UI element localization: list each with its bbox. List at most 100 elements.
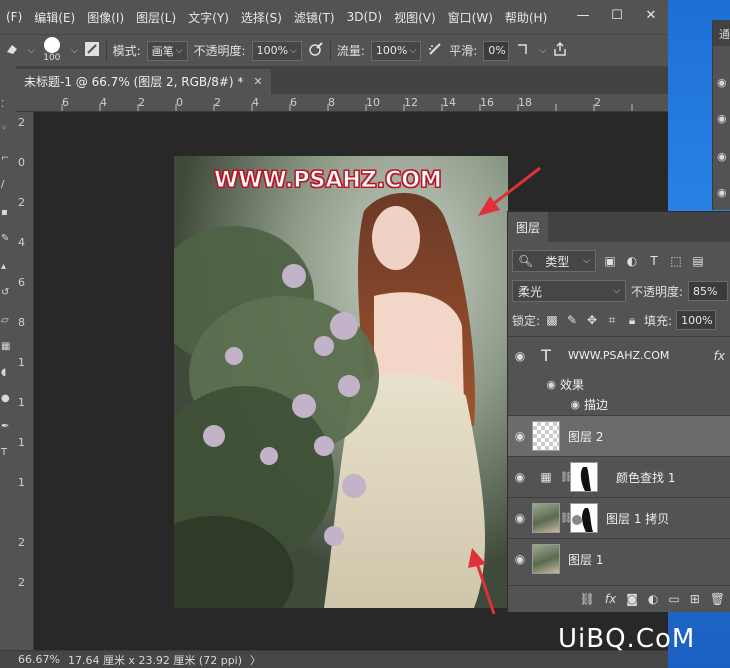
minimize-button[interactable]: — bbox=[566, 0, 600, 30]
layer-filter-select[interactable]: 🔍︎ 类型 ⌵ bbox=[512, 250, 596, 272]
layer-row-text[interactable]: ◉ T WWW.PSAHZ.COM fx bbox=[508, 336, 730, 374]
type-tool-icon[interactable]: T bbox=[1, 448, 13, 458]
smoothing-value: 0% bbox=[488, 44, 506, 57]
eye-icon[interactable]: ◉ bbox=[717, 76, 727, 89]
layer-row-adjustment[interactable]: ◉ ▦ ⛓︎ 颜色查找 1 bbox=[508, 456, 730, 497]
canvas-watermark-text: WWW.PSAHZ.COM bbox=[214, 168, 443, 194]
menu-file[interactable]: (F) bbox=[0, 10, 28, 24]
layer-effects-row[interactable]: ◉ 效果 bbox=[508, 374, 730, 394]
dodge-tool-icon[interactable]: ● bbox=[1, 394, 13, 404]
smoothing-input[interactable]: 0% bbox=[483, 40, 510, 61]
link-chain-icon[interactable]: ⛓︎ bbox=[560, 513, 573, 524]
lock-position-icon[interactable]: ✥ bbox=[584, 313, 600, 327]
menu-select[interactable]: 选择(S) bbox=[235, 9, 288, 26]
new-layer-icon[interactable]: ⊞ bbox=[690, 592, 700, 606]
new-group-icon[interactable]: ▭ bbox=[668, 592, 679, 606]
eraser-tool-icon[interactable] bbox=[4, 42, 20, 59]
visibility-eye-icon[interactable]: ◉ bbox=[508, 552, 532, 566]
lock-transparency-icon[interactable]: ▩ bbox=[544, 313, 560, 327]
chevron-down-icon[interactable]: ⌵ bbox=[539, 46, 546, 56]
menu-3d[interactable]: 3D(D) bbox=[341, 10, 388, 24]
eye-icon[interactable]: ◉ bbox=[717, 112, 727, 125]
link-layers-icon[interactable]: ⛓︎ bbox=[580, 592, 595, 606]
lock-row: 锁定: ▩ ✎ ✥ ⌗ 🔒︎ 填充: 100% bbox=[508, 310, 730, 330]
fx-badge[interactable]: fx bbox=[714, 349, 725, 363]
filter-pixel-icon[interactable]: ▣ bbox=[602, 254, 618, 268]
layer-opacity-input[interactable]: 85% bbox=[688, 281, 729, 301]
history-brush-tool-icon[interactable]: ↺ bbox=[1, 288, 13, 298]
lock-pixels-icon[interactable]: ✎ bbox=[564, 313, 580, 327]
brush-tip-icon bbox=[43, 36, 60, 53]
eye-icon[interactable]: ◉ bbox=[717, 150, 727, 163]
tool-preset-chevron-icon[interactable]: ⌵ bbox=[28, 46, 35, 56]
layer-effect-stroke-row[interactable]: ◉ 描边 bbox=[508, 394, 730, 414]
ruler-label: 4 bbox=[18, 236, 25, 249]
visibility-eye-icon[interactable]: ◉ bbox=[508, 470, 532, 484]
lock-all-icon[interactable]: 🔒︎ bbox=[624, 313, 640, 328]
opacity-input[interactable]: 100% ⌵ bbox=[251, 40, 302, 61]
brush-tool-icon[interactable]: ✎ bbox=[1, 234, 13, 244]
status-menu-arrow-icon[interactable]: 〉 bbox=[250, 652, 261, 668]
blur-tool-icon[interactable]: ◖ bbox=[1, 368, 13, 378]
filter-shape-icon[interactable]: ⬚ bbox=[668, 254, 684, 268]
pressure-opacity-icon[interactable] bbox=[308, 41, 324, 60]
lock-artboard-icon[interactable]: ⌗ bbox=[604, 313, 620, 328]
close-icon[interactable]: ✕ bbox=[253, 75, 262, 88]
close-button[interactable]: ✕ bbox=[634, 0, 668, 30]
delete-layer-icon[interactable]: 🗑︎ bbox=[710, 592, 725, 606]
layer-mask-thumbnail[interactable] bbox=[570, 503, 598, 533]
menu-window[interactable]: 窗口(W) bbox=[442, 9, 499, 26]
menu-edit[interactable]: 编辑(E) bbox=[28, 9, 81, 26]
menu-layer[interactable]: 图层(L) bbox=[130, 9, 182, 26]
document-tab[interactable]: 未标题-1 @ 66.7% (图层 2, RGB/8#) * ✕ bbox=[16, 69, 271, 94]
layer-mask-thumbnail[interactable] bbox=[570, 462, 598, 492]
ruler-label: 0 bbox=[18, 156, 25, 169]
marquee-tool-icon[interactable]: ⁚ bbox=[1, 100, 13, 110]
eye-icon[interactable]: ◉ bbox=[508, 378, 556, 391]
filter-type-icon[interactable]: T bbox=[646, 254, 662, 268]
pen-tool-icon[interactable]: ✒ bbox=[1, 422, 13, 432]
flow-input[interactable]: 100% ⌵ bbox=[370, 40, 422, 61]
fill-input[interactable]: 100% bbox=[676, 310, 717, 330]
brush-chevron-icon[interactable]: ⌵ bbox=[71, 46, 78, 56]
visibility-eye-icon[interactable]: ◉ bbox=[508, 349, 532, 363]
blend-mode-select[interactable]: 柔光 ⌵ bbox=[512, 280, 626, 302]
eye-icon[interactable]: ◉ bbox=[717, 186, 727, 199]
layer-row-active[interactable]: ◉ 图层 2 bbox=[508, 415, 730, 456]
stamp-tool-icon[interactable]: ▴ bbox=[1, 262, 13, 272]
lasso-tool-icon[interactable]: ◦ bbox=[1, 124, 13, 134]
share-icon[interactable] bbox=[552, 41, 568, 60]
visibility-eye-icon[interactable]: ◉ bbox=[508, 429, 532, 443]
link-chain-icon[interactable]: ⛓︎ bbox=[560, 472, 573, 483]
new-adjustment-layer-icon[interactable]: ◐ bbox=[648, 592, 658, 606]
menu-type[interactable]: 文字(Y) bbox=[182, 9, 235, 26]
layer-row-copy[interactable]: ◉ ⛓︎ 图层 1 拷贝 bbox=[508, 497, 730, 538]
layer-row-base[interactable]: ◉ 图层 1 bbox=[508, 538, 730, 579]
menu-help[interactable]: 帮助(H) bbox=[499, 9, 553, 26]
crop-tool-icon[interactable]: ⌐ bbox=[1, 154, 13, 164]
menu-filter[interactable]: 滤镜(T) bbox=[288, 9, 341, 26]
mode-select[interactable]: 画笔 ⌵ bbox=[146, 40, 188, 61]
menu-view[interactable]: 视图(V) bbox=[388, 9, 442, 26]
add-layer-style-icon[interactable]: fx bbox=[605, 592, 616, 606]
add-mask-icon[interactable]: ◙ bbox=[626, 592, 638, 606]
layers-tab[interactable]: 图层 bbox=[508, 212, 549, 242]
filter-smart-object-icon[interactable]: ▤ bbox=[690, 254, 706, 268]
visibility-eye-icon[interactable]: ◉ bbox=[508, 511, 532, 525]
lock-label: 锁定: bbox=[512, 313, 541, 328]
eye-icon[interactable]: ◉ bbox=[508, 398, 580, 411]
filter-adjustment-icon[interactable]: ◐ bbox=[624, 254, 640, 268]
healing-tool-icon[interactable]: ▪ bbox=[1, 208, 13, 218]
gradient-tool-icon[interactable]: ▦ bbox=[1, 342, 13, 352]
eraser-tool-icon[interactable]: ▱ bbox=[1, 316, 13, 326]
brush-preset-picker[interactable]: 100 bbox=[41, 36, 63, 65]
menu-image[interactable]: 图像(I) bbox=[81, 9, 130, 26]
airbrush-icon[interactable] bbox=[427, 41, 443, 60]
zoom-level[interactable]: 66.67% bbox=[18, 653, 60, 666]
document-canvas-image[interactable]: WWW.PSAHZ.COM bbox=[174, 156, 508, 608]
channels-tab[interactable]: 通 bbox=[713, 20, 730, 46]
brush-settings-icon[interactable] bbox=[84, 41, 100, 60]
eyedropper-tool-icon[interactable]: / bbox=[1, 180, 13, 190]
maximize-button[interactable]: ☐ bbox=[600, 0, 634, 30]
smoothing-options-icon[interactable] bbox=[515, 42, 531, 59]
